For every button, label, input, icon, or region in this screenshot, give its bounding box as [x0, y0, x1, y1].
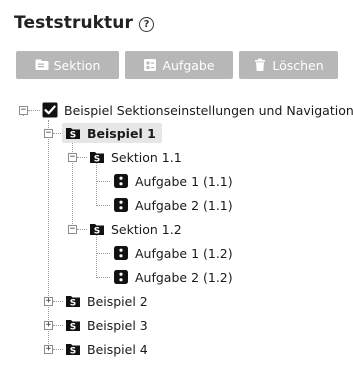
- svg-text:S: S: [70, 347, 76, 357]
- section-icon: S: [65, 317, 81, 333]
- section-icon: S: [65, 125, 81, 141]
- tree-node-label: Aufgabe 2 (1.2): [135, 269, 233, 285]
- tree-line: [96, 205, 110, 206]
- svg-text:S: S: [94, 155, 100, 165]
- svg-text:S: S: [70, 131, 76, 141]
- tree-node-label: Beispiel 2: [87, 293, 148, 309]
- expand-beispiel4-toggle[interactable]: +: [44, 345, 53, 354]
- collapse-sektion11-toggle[interactable]: −: [68, 153, 77, 162]
- section-icon: S: [65, 341, 81, 357]
- svg-text:S: S: [94, 227, 100, 237]
- expand-beispiel3-toggle[interactable]: +: [44, 321, 53, 330]
- tree-node-beispiel1[interactable]: S Beispiel 1: [62, 123, 162, 143]
- tree-node-task[interactable]: Aufgabe 2 (1.1): [113, 195, 233, 215]
- svg-text:S: S: [70, 323, 76, 333]
- section-icon: S: [65, 293, 81, 309]
- tree-node-task[interactable]: Aufgabe 1 (1.1): [113, 171, 233, 191]
- tree-node-sektion12[interactable]: S Sektion 1.2: [89, 219, 182, 239]
- tree-node-label: Aufgabe 1 (1.1): [135, 173, 233, 189]
- tree-line: [53, 301, 63, 302]
- tree-node-label: Aufgabe 2 (1.1): [135, 197, 233, 213]
- section-icon: S: [89, 221, 105, 237]
- tree-line: [53, 349, 63, 350]
- tree-line: [77, 157, 87, 158]
- tree-node-beispiel2[interactable]: S Beispiel 2: [65, 291, 148, 311]
- tree-line: [96, 235, 97, 278]
- collapse-root-toggle[interactable]: −: [19, 106, 28, 115]
- tree-node-beispiel3[interactable]: S Beispiel 3: [65, 315, 148, 335]
- tree-node-label: Beispiel 1: [87, 125, 156, 141]
- task-icon: [113, 173, 129, 189]
- tree-line: [48, 120, 49, 350]
- tree-line: [28, 110, 40, 111]
- task-icon: [113, 245, 129, 261]
- teststruktur-panel: Teststruktur ? Sektion Aufgabe Löschen −…: [0, 0, 353, 368]
- tree-node-label: Aufgabe 1 (1.2): [135, 245, 233, 261]
- tree-node-task[interactable]: Aufgabe 1 (1.2): [113, 243, 233, 263]
- tree-root-label: Beispiel Sektionseinstellungen und Navig…: [64, 102, 353, 118]
- tree-node-label: Sektion 1.1: [111, 149, 182, 165]
- tree-node-label: Sektion 1.2: [111, 221, 182, 237]
- section-icon: S: [89, 149, 105, 165]
- tree-node-label: Beispiel 4: [87, 341, 148, 357]
- tree-line: [53, 325, 63, 326]
- test-tree: − − − − + + + Beispiel Sektionseinstellu…: [0, 0, 353, 368]
- tree-root-node[interactable]: Beispiel Sektionseinstellungen und Navig…: [42, 100, 353, 120]
- tree-line: [96, 253, 110, 254]
- tree-line: [96, 277, 110, 278]
- task-icon: [113, 269, 129, 285]
- tree-node-task[interactable]: Aufgabe 2 (1.2): [113, 267, 233, 287]
- tree-line: [96, 163, 97, 206]
- tree-node-beispiel4[interactable]: S Beispiel 4: [65, 339, 148, 359]
- tree-node-sektion11[interactable]: S Sektion 1.1: [89, 147, 182, 167]
- collapse-beispiel1-toggle[interactable]: −: [44, 129, 53, 138]
- tree-line: [77, 229, 87, 230]
- collapse-sektion12-toggle[interactable]: −: [68, 225, 77, 234]
- tree-node-label: Beispiel 3: [87, 317, 148, 333]
- checkbox-checked-icon[interactable]: [42, 102, 58, 118]
- expand-beispiel2-toggle[interactable]: +: [44, 297, 53, 306]
- tree-line: [96, 181, 110, 182]
- svg-text:S: S: [70, 299, 76, 309]
- task-icon: [113, 197, 129, 213]
